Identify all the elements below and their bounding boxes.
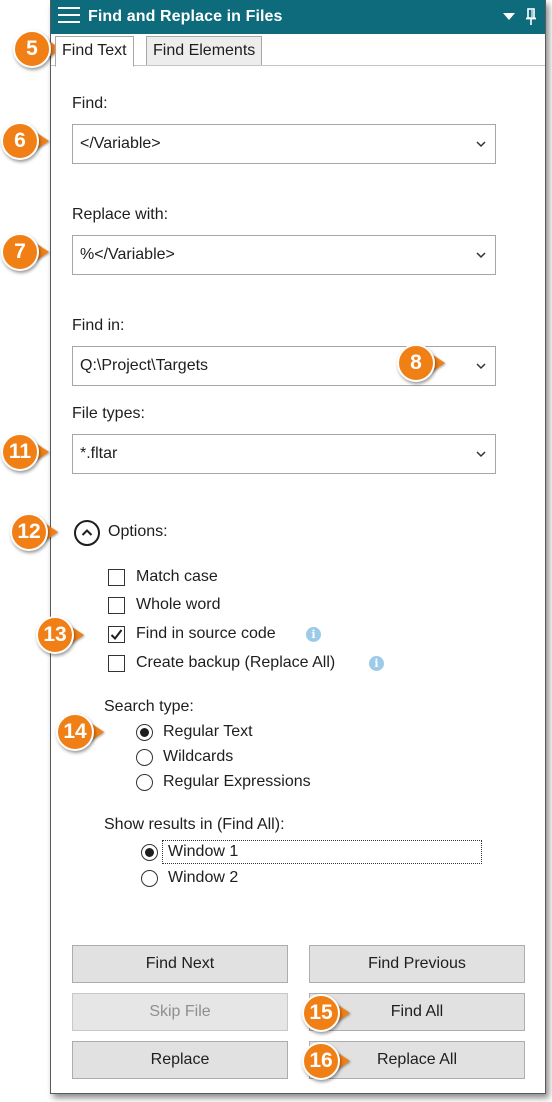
match-case-label: Match case — [136, 568, 218, 585]
find-previous-button[interactable]: Find Previous — [309, 945, 525, 983]
replace-value: %</Variable> — [80, 246, 175, 263]
find-in-value: Q:\Project\Targets — [80, 357, 209, 374]
chevron-down-icon[interactable] — [476, 251, 486, 259]
pin-icon[interactable] — [525, 8, 537, 26]
replace-button[interactable]: Replace — [72, 1041, 288, 1079]
chevron-down-icon[interactable] — [476, 450, 486, 458]
whole-word-checkbox[interactable] — [108, 597, 125, 614]
tab-find-text[interactable]: Find Text — [55, 36, 134, 67]
regular-expressions-radio[interactable] — [136, 774, 153, 791]
window-2-radio[interactable] — [141, 870, 158, 887]
options-collapse-button[interactable] — [74, 520, 100, 546]
regular-text-radio[interactable] — [136, 724, 153, 741]
find-in-source-checkbox[interactable] — [108, 626, 125, 643]
callout-8: 8 — [397, 344, 447, 382]
file-types-combo[interactable]: *.fltar — [72, 434, 496, 474]
show-results-label: Show results in (Find All): — [104, 816, 285, 833]
window-title: Find and Replace in Files — [88, 8, 283, 25]
wildcards-label: Wildcards — [163, 748, 234, 765]
create-backup-checkbox[interactable] — [108, 655, 125, 672]
tab-strip: Find Text Find Elements — [51, 34, 545, 67]
title-bar: Find and Replace in Files — [51, 0, 545, 34]
menu-icon[interactable] — [58, 7, 80, 25]
file-types-value: *.fltar — [80, 445, 118, 462]
callout-15: 15 — [302, 994, 352, 1032]
replace-combo[interactable]: %</Variable> — [72, 235, 496, 275]
search-type-label: Search type: — [104, 698, 194, 715]
find-label: Find: — [72, 95, 108, 112]
regular-text-label: Regular Text — [163, 723, 253, 740]
callout-13: 13 — [36, 616, 86, 654]
find-in-source-label: Find in source code — [136, 625, 276, 642]
callout-6: 6 — [1, 122, 51, 160]
window-1-radio[interactable] — [141, 844, 158, 861]
tab-find-elements[interactable]: Find Elements — [146, 36, 263, 65]
info-icon[interactable]: i — [369, 656, 384, 671]
find-replace-panel: Find and Replace in Files Find Text Find… — [50, 0, 546, 1094]
wildcards-radio[interactable] — [136, 749, 153, 766]
find-in-label: Find in: — [72, 317, 125, 334]
window-options-icon[interactable] — [503, 13, 515, 20]
create-backup-label: Create backup (Replace All) — [136, 654, 336, 671]
callout-7: 7 — [1, 233, 51, 271]
match-case-checkbox[interactable] — [108, 569, 125, 586]
find-next-button[interactable]: Find Next — [72, 945, 288, 983]
callout-12: 12 — [10, 513, 60, 551]
whole-word-label: Whole word — [136, 596, 221, 613]
options-label: Options: — [108, 523, 168, 540]
file-types-label: File types: — [72, 405, 145, 422]
regular-expressions-label: Regular Expressions — [163, 773, 311, 790]
find-combo[interactable]: </Variable> — [72, 124, 496, 164]
window-2-label: Window 2 — [168, 869, 239, 886]
callout-14: 14 — [56, 713, 106, 751]
chevron-down-icon[interactable] — [476, 362, 486, 370]
checkmark-icon — [110, 629, 123, 641]
info-icon[interactable]: i — [306, 627, 321, 642]
skip-file-button[interactable]: Skip File — [72, 993, 288, 1031]
find-value: </Variable> — [80, 135, 161, 152]
replace-label: Replace with: — [72, 206, 169, 223]
chevron-up-icon — [81, 529, 93, 536]
callout-11: 11 — [1, 433, 51, 471]
window-1-label: Window 1 — [168, 843, 239, 860]
chevron-down-icon[interactable] — [476, 140, 486, 148]
callout-16: 16 — [302, 1042, 352, 1080]
